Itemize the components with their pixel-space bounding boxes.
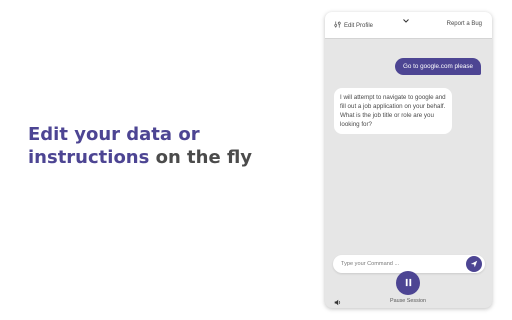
promo-slide: Edit your data or instructions on the fl… [0,0,512,320]
headline-accent-line-1: Edit your data or [28,124,200,145]
assistant-panel: Edit Profile Report a Bug Go to google.c… [325,12,492,308]
headline-rest: on the fly [149,147,253,168]
user-message: Go to google.com please [394,58,481,75]
volume-icon[interactable] [334,293,341,308]
pause-icon [404,274,413,292]
edit-profile-label: Edit Profile [344,22,374,29]
edit-profile-button[interactable]: Edit Profile [334,21,373,30]
pause-session-button[interactable] [396,271,420,295]
pause-session-label: Pause Session [390,298,426,304]
panel-topbar: Edit Profile Report a Bug [325,12,492,39]
headline-accent-line-2: instructions [28,147,150,168]
chevron-down-icon[interactable] [402,17,410,27]
sliders-icon [334,21,341,30]
headline: Edit your data or instructions on the fl… [28,123,288,169]
assistant-message: I will attempt to navigate to google and… [334,88,452,134]
report-bug-link[interactable]: Report a Bug [447,21,482,27]
send-button[interactable] [466,256,482,272]
command-input[interactable] [341,259,459,269]
send-icon [470,255,478,273]
